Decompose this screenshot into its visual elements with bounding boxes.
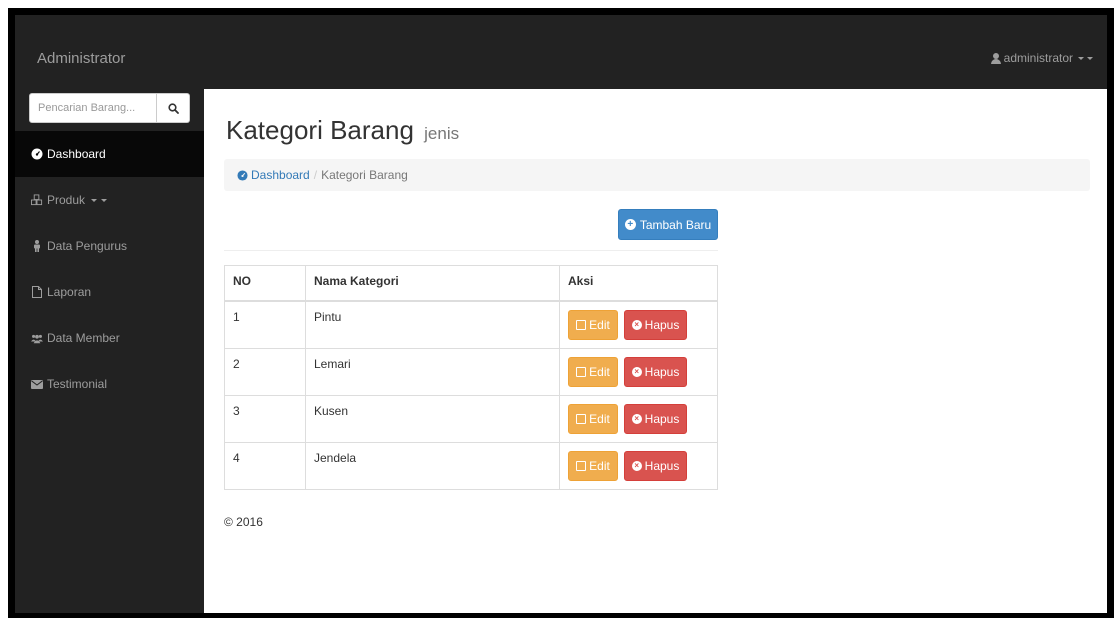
- sidebar: Dashboard Produk Data Pengurus: [15, 89, 204, 613]
- category-table: NO Nama Kategori Aksi 1 Pintu Edit × Hapu…: [224, 265, 718, 490]
- remove-circle-icon: ×: [631, 460, 642, 471]
- sidebar-item-label: Produk: [47, 193, 86, 207]
- table-row: 2 Lemari Edit × Hapus: [224, 347, 718, 396]
- cell-actions: Edit × Hapus: [559, 300, 718, 349]
- dashboard-icon: [31, 148, 43, 160]
- sidebar-item-label: Laporan: [47, 285, 92, 299]
- cell-name: Jendela: [305, 441, 560, 490]
- cell-name: Lemari: [305, 347, 560, 396]
- search-input[interactable]: [29, 93, 157, 123]
- add-new-button[interactable]: + Tambah Baru: [618, 209, 718, 240]
- edit-button[interactable]: Edit: [568, 309, 618, 340]
- search-button[interactable]: [157, 93, 190, 123]
- page-title-text: Kategori Barang: [226, 115, 414, 145]
- breadcrumb-current: Kategori Barang: [321, 168, 408, 182]
- edit-label: Edit: [589, 411, 610, 426]
- cell-actions: Edit × Hapus: [559, 441, 718, 490]
- delete-label: Hapus: [644, 364, 680, 379]
- remove-circle-icon: ×: [631, 413, 642, 424]
- sidebar-item-laporan[interactable]: Laporan: [15, 269, 204, 315]
- users-icon: [31, 332, 43, 344]
- screenshot-frame: Administrator administrator Pencarian Ba…: [8, 8, 1114, 618]
- divider: [224, 250, 718, 251]
- page-title: Kategori Barang jenis: [226, 115, 459, 146]
- cell-name: Pintu: [305, 300, 560, 349]
- breadcrumb-separator: /: [313, 168, 318, 182]
- edit-icon: [576, 366, 587, 377]
- cell-no: 3: [224, 394, 306, 443]
- caret-down-icon: [91, 198, 98, 202]
- file-icon: [31, 286, 43, 298]
- edit-button[interactable]: Edit: [568, 356, 618, 387]
- table-header-row: NO Nama Kategori Aksi: [224, 265, 718, 302]
- delete-button[interactable]: × Hapus: [624, 403, 687, 434]
- edit-label: Edit: [589, 364, 610, 379]
- cell-no: 4: [224, 441, 306, 490]
- plus-circle-icon: +: [624, 219, 636, 230]
- edit-button[interactable]: Edit: [568, 450, 618, 481]
- delete-label: Hapus: [644, 458, 680, 473]
- cell-actions: Edit × Hapus: [559, 394, 718, 443]
- delete-label: Hapus: [644, 317, 680, 332]
- remove-circle-icon: ×: [631, 366, 642, 377]
- footer-copyright: © 2016: [224, 515, 263, 529]
- edit-icon: [576, 413, 587, 424]
- main-content: Kategori Barang jenis Dashboard / Katego…: [204, 89, 1107, 613]
- user-dropdown[interactable]: administrator: [990, 51, 1093, 65]
- breadcrumb-home-label: Dashboard: [251, 168, 310, 182]
- sidebar-item-produk[interactable]: Produk: [15, 177, 204, 223]
- sidebar-item-data-pengurus[interactable]: Data Pengurus: [15, 223, 204, 269]
- edit-icon: [576, 319, 587, 330]
- edit-icon: [576, 460, 587, 471]
- sidebar-item-label: Data Member: [47, 331, 120, 345]
- cell-no: 2: [224, 347, 306, 396]
- sidebar-item-dashboard[interactable]: Dashboard: [15, 131, 204, 177]
- sidebar-search: [29, 93, 190, 123]
- edit-button[interactable]: Edit: [568, 403, 618, 434]
- edit-label: Edit: [589, 317, 610, 332]
- user-icon: [31, 240, 43, 252]
- caret-down-icon: [101, 198, 108, 202]
- page-subtitle: jenis: [424, 124, 460, 143]
- sidebar-item-label: Data Pengurus: [47, 239, 128, 253]
- user-icon: [990, 52, 1001, 64]
- column-header-actions: Aksi: [559, 265, 718, 302]
- sidebar-item-testimonial[interactable]: Testimonial: [15, 361, 204, 407]
- table-row: 3 Kusen Edit × Hapus: [224, 394, 718, 443]
- cell-actions: Edit × Hapus: [559, 347, 718, 396]
- app-window: Administrator administrator Pencarian Ba…: [15, 15, 1107, 613]
- remove-circle-icon: ×: [631, 319, 642, 330]
- delete-button[interactable]: × Hapus: [624, 450, 687, 481]
- table-row: 4 Jendela Edit × Hapus: [224, 441, 718, 490]
- table-row: 1 Pintu Edit × Hapus: [224, 300, 718, 349]
- delete-label: Hapus: [644, 411, 680, 426]
- sidebar-item-data-member[interactable]: Data Member: [15, 315, 204, 361]
- delete-button[interactable]: × Hapus: [624, 309, 687, 340]
- sidebar-item-label: Dashboard: [47, 147, 106, 161]
- top-navbar: Administrator administrator: [15, 15, 1107, 89]
- navbar-brand[interactable]: Administrator: [37, 50, 125, 67]
- breadcrumb: Dashboard / Kategori Barang: [224, 159, 1090, 191]
- search-icon: [167, 102, 179, 114]
- envelope-icon: [31, 378, 43, 390]
- cubes-icon: [31, 194, 43, 206]
- caret-down-icon: [1078, 56, 1084, 60]
- dashboard-icon: [237, 169, 248, 181]
- delete-button[interactable]: × Hapus: [624, 356, 687, 387]
- add-new-label: Tambah Baru: [639, 217, 712, 232]
- sidebar-item-label: Testimonial: [47, 377, 108, 391]
- column-header-name: Nama Kategori: [305, 265, 560, 302]
- user-label: administrator: [1003, 51, 1073, 65]
- column-header-no: NO: [224, 265, 306, 302]
- caret-down-icon: [1087, 56, 1093, 60]
- cell-no: 1: [224, 300, 306, 349]
- edit-label: Edit: [589, 458, 610, 473]
- cell-name: Kusen: [305, 394, 560, 443]
- breadcrumb-dashboard-link[interactable]: Dashboard: [237, 168, 310, 182]
